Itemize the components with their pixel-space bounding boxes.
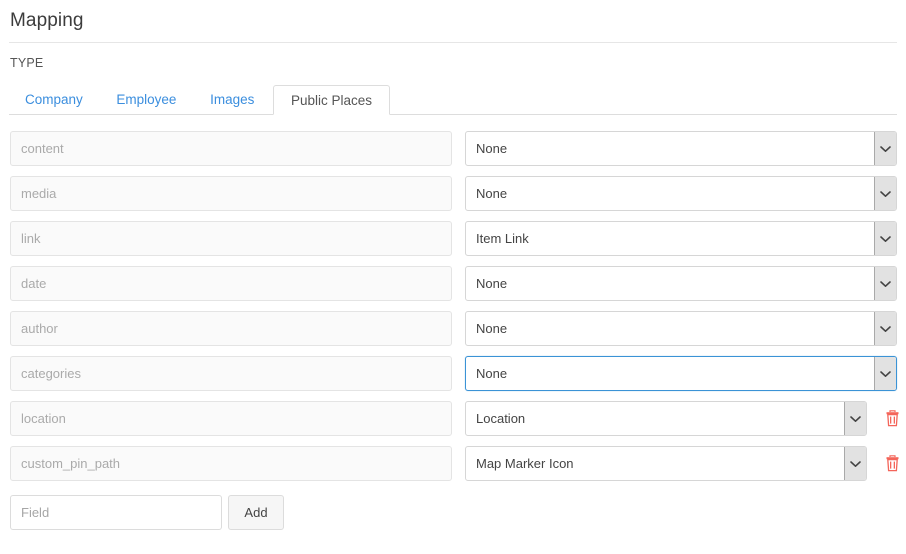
mapping-row: None [9,131,897,166]
field-name-input-location[interactable] [10,401,452,436]
field-name-input-date[interactable] [10,266,452,301]
chevron-down-icon[interactable] [844,402,866,435]
mapping-select-value: None [476,366,508,381]
tab-employee[interactable]: Employee [101,84,191,114]
mapping-select-date[interactable]: None [465,266,897,301]
mapping-select-value: None [476,186,508,201]
field-name-input-content[interactable] [10,131,452,166]
add-field-row: Add [9,495,897,530]
mapping-row: Item Link [9,221,897,256]
mapping-row: Location [9,401,898,436]
mapping-select-content[interactable]: None [465,131,897,166]
chevron-down-icon[interactable] [874,132,896,165]
mapping-row: None [9,266,897,301]
chevron-down-icon[interactable] [874,222,896,255]
mapping-select-location[interactable]: Location [465,401,867,436]
mapping-rows: None None Item Link [9,131,898,481]
mapping-select-value: Map Marker Icon [476,456,574,471]
add-button[interactable]: Add [228,495,284,530]
trash-icon[interactable] [883,454,901,473]
mapping-select-value: None [476,141,508,156]
field-name-input-link[interactable] [10,221,452,256]
chevron-down-icon[interactable] [874,312,896,345]
mapping-select-custom-pin-path[interactable]: Map Marker Icon [465,446,867,481]
mapping-select-value: None [476,276,508,291]
type-section-label: TYPE [10,56,44,70]
field-name-input-custom-pin-path[interactable] [10,446,452,481]
field-name-input-categories[interactable] [10,356,452,391]
chevron-down-icon[interactable] [874,357,896,390]
field-name-input-media[interactable] [10,176,452,211]
mapping-select-link[interactable]: Item Link [465,221,897,256]
mapping-select-author[interactable]: None [465,311,897,346]
mapping-select-categories[interactable]: None [465,356,897,391]
mapping-row: Map Marker Icon [9,446,898,481]
mapping-row: None [9,176,897,211]
tab-images[interactable]: Images [195,84,269,114]
tab-public-places[interactable]: Public Places [272,85,391,115]
chevron-down-icon[interactable] [874,267,896,300]
new-field-input[interactable] [10,495,222,530]
mapping-page: Mapping TYPE Company Employee Images Pub… [0,0,906,554]
mapping-select-media[interactable]: None [465,176,897,211]
mapping-select-value: Location [476,411,526,426]
mapping-select-value: Item Link [476,231,529,246]
mapping-row: None [9,311,897,346]
chevron-down-icon[interactable] [844,447,866,480]
page-title: Mapping [10,10,84,31]
field-name-input-author[interactable] [10,311,452,346]
mapping-select-value: None [476,321,508,336]
type-tabs: Company Employee Images Public Places [9,84,897,115]
trash-icon[interactable] [883,409,901,428]
chevron-down-icon[interactable] [874,177,896,210]
mapping-row: None [9,356,897,391]
tab-company[interactable]: Company [10,84,98,114]
